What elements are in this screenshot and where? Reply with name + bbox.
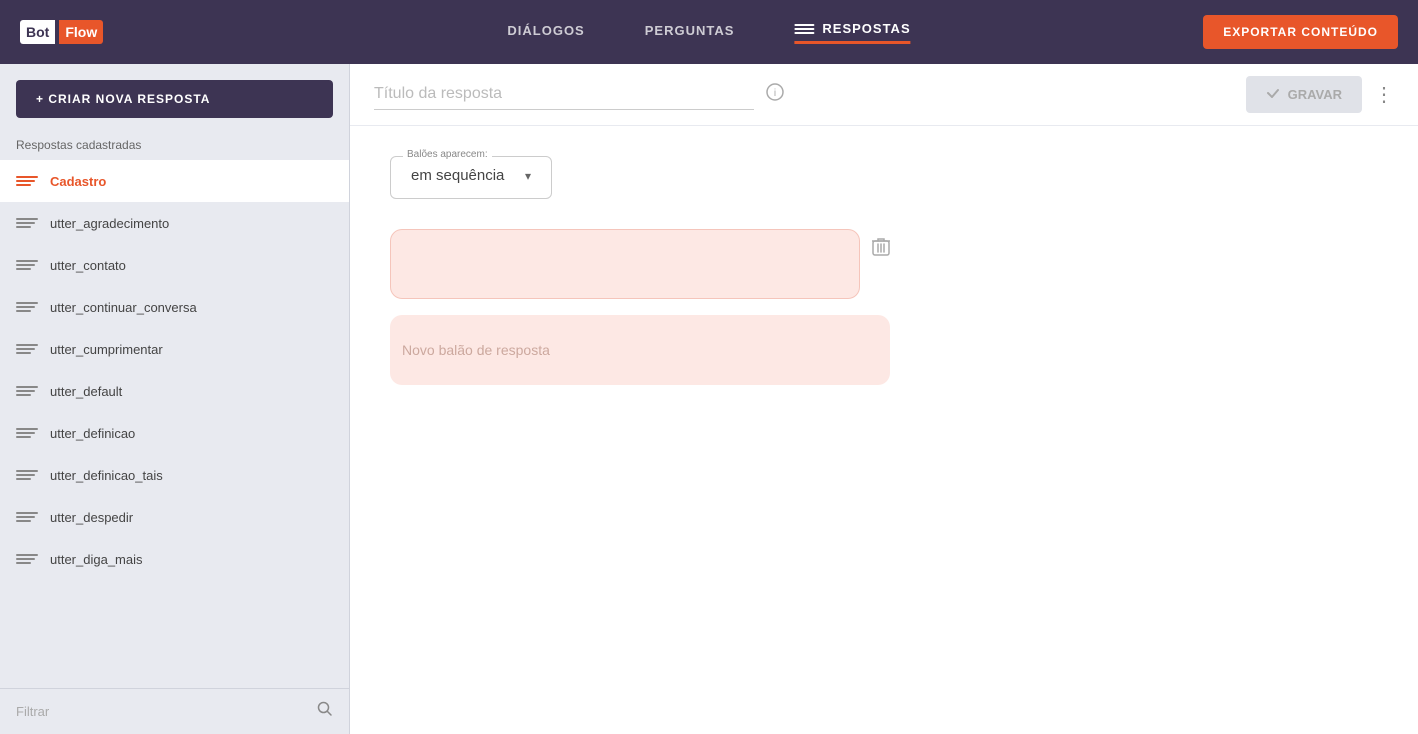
logo-bot: Bot	[20, 20, 55, 44]
logo-flow: Flow	[59, 20, 103, 44]
response-icon	[16, 172, 38, 190]
sidebar-item-utter-diga-mais[interactable]: utter_diga_mais	[0, 538, 349, 580]
nav-dialogos[interactable]: DIÁLOGOS	[507, 23, 584, 42]
sidebar-item-label: utter_diga_mais	[50, 552, 143, 567]
more-options-icon[interactable]: ⋮	[1374, 82, 1394, 107]
sidebar-item-label: utter_default	[50, 384, 122, 399]
sidebar-item-utter-definicao[interactable]: utter_definicao	[0, 412, 349, 454]
sidebar-item-label: utter_despedir	[50, 510, 133, 525]
logo: Bot Flow	[20, 20, 103, 44]
delete-balloon-icon[interactable]	[872, 237, 890, 262]
response-icon	[16, 550, 38, 568]
toolbar-right: GRAVAR ⋮	[1246, 76, 1394, 113]
sidebar: + CRIAR NOVA RESPOSTA Respostas cadastra…	[0, 64, 350, 734]
main-panel: i GRAVAR ⋮ Balões aparecem:	[350, 64, 1418, 734]
info-icon[interactable]: i	[766, 83, 784, 106]
response-icon	[16, 340, 38, 358]
sidebar-item-label: utter_contato	[50, 258, 126, 273]
balloon-row-1	[390, 229, 890, 299]
response-icon	[16, 508, 38, 526]
sidebar-item-cadastro[interactable]: Cadastro	[0, 160, 349, 202]
main-toolbar: i GRAVAR ⋮	[350, 64, 1418, 126]
balloons-area: Novo balão de resposta	[390, 229, 890, 385]
sidebar-item-label: Cadastro	[50, 174, 106, 189]
sequence-selector: Balões aparecem: em sequência aleatoriam…	[390, 156, 552, 199]
sidebar-item-utter-cumprimentar[interactable]: utter_cumprimentar	[0, 328, 349, 370]
response-icon	[16, 424, 38, 442]
sidebar-item-utter-definicao-tais[interactable]: utter_definicao_tais	[0, 454, 349, 496]
nav-perguntas[interactable]: PERGUNTAS	[645, 23, 735, 42]
balloon-row-2: Novo balão de resposta	[390, 315, 890, 385]
sidebar-item-label: utter_definicao	[50, 426, 135, 441]
layout: + CRIAR NOVA RESPOSTA Respostas cadastra…	[0, 64, 1418, 734]
sidebar-item-label: utter_cumprimentar	[50, 342, 163, 357]
response-icon	[16, 298, 38, 316]
sequence-select-wrap: em sequência aleatoriamente ▾	[411, 163, 531, 188]
title-input[interactable]	[374, 79, 754, 110]
create-response-button[interactable]: + CRIAR NOVA RESPOSTA	[16, 80, 333, 118]
balloon-1[interactable]	[390, 229, 860, 299]
sidebar-item-label: utter_continuar_conversa	[50, 300, 197, 315]
sidebar-list: Cadastro utter_agradecimento utter_conta…	[0, 160, 349, 688]
export-button[interactable]: EXPORTAR CONTEÚDO	[1203, 15, 1398, 49]
response-icon	[16, 214, 38, 232]
sidebar-item-utter-contato[interactable]: utter_contato	[0, 244, 349, 286]
response-icon	[16, 466, 38, 484]
response-icon	[16, 382, 38, 400]
svg-text:i: i	[774, 88, 776, 99]
header: Bot Flow DIÁLOGOS PERGUNTAS RESPOSTAS EX…	[0, 0, 1418, 64]
sequence-select[interactable]: em sequência aleatoriamente	[411, 163, 531, 188]
sidebar-item-label: utter_agradecimento	[50, 216, 169, 231]
main-body: Balões aparecem: em sequência aleatoriam…	[350, 126, 1418, 734]
search-icon	[317, 701, 333, 722]
filter-bar	[0, 688, 349, 734]
sidebar-section-title: Respostas cadastradas	[0, 134, 349, 160]
save-button[interactable]: GRAVAR	[1246, 76, 1362, 113]
sidebar-item-utter-despedir[interactable]: utter_despedir	[0, 496, 349, 538]
check-icon	[1266, 86, 1280, 103]
sidebar-item-utter-agradecimento[interactable]: utter_agradecimento	[0, 202, 349, 244]
balloon-placeholder[interactable]: Novo balão de resposta	[390, 315, 890, 385]
sidebar-item-label: utter_definicao_tais	[50, 468, 163, 483]
sidebar-item-utter-default[interactable]: utter_default	[0, 370, 349, 412]
respostas-icon	[794, 21, 814, 37]
balloon-placeholder-text: Novo balão de resposta	[402, 342, 550, 358]
response-icon	[16, 256, 38, 274]
nav-respostas[interactable]: RESPOSTAS	[794, 21, 910, 44]
sequence-label: Balões aparecem:	[403, 149, 492, 160]
filter-input[interactable]	[16, 704, 309, 719]
main-nav: DIÁLOGOS PERGUNTAS RESPOSTAS	[507, 21, 910, 44]
sidebar-item-utter-continuar-conversa[interactable]: utter_continuar_conversa	[0, 286, 349, 328]
